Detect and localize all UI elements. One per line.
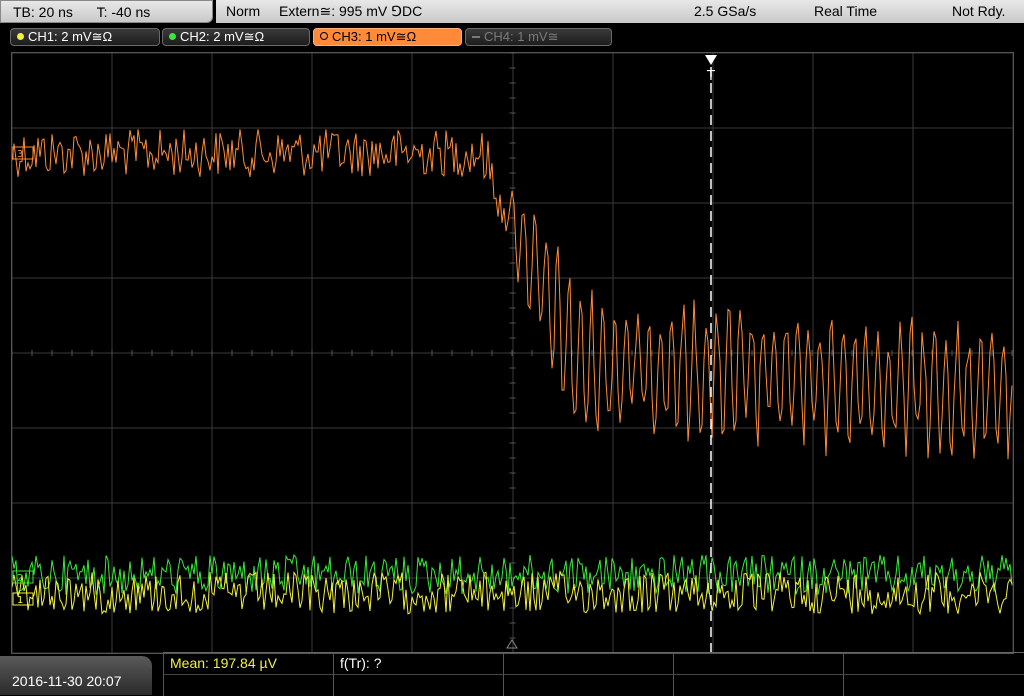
ch4-label: CH4: 1 mV≅: [484, 29, 559, 44]
trigger-panel[interactable]: Norm Extern≅: 995 mV ⅁DC 2.5 GSa/s Real …: [216, 0, 1024, 23]
ch3-trace: [12, 129, 1013, 460]
trigger-offset-label: T: -40 ns: [96, 4, 151, 20]
measurement-slot-9[interactable]: [673, 674, 843, 696]
ch2-ref-label: 2: [17, 573, 23, 584]
datetime-label: 2016-11-30 20:07: [12, 673, 122, 689]
status-bar: TB: 20 ns T: -40 ns Norm Extern≅: 995 mV…: [0, 0, 1024, 24]
measurement-slot-5[interactable]: [843, 653, 1024, 674]
channel-4-button[interactable]: CH4: 1 mV≅: [465, 28, 612, 46]
trigger-marker-label: T: [706, 69, 715, 84]
timebase-label: TB: 20 ns: [13, 4, 73, 20]
ch3-indicator-icon: [320, 32, 328, 40]
ch2-indicator-icon: [169, 33, 176, 40]
ch2-label: CH2: 2 mV≅Ω: [180, 29, 265, 44]
trigger-source: Extern≅: 995 mV ⅁DC: [279, 3, 423, 19]
trigger-arrow-icon: [705, 55, 717, 65]
ch1-label: CH1: 2 mV≅Ω: [28, 29, 113, 44]
channel-2-button[interactable]: CH2: 2 mV≅Ω: [162, 28, 310, 46]
acquisition-mode: Real Time: [814, 3, 878, 19]
ch1-indicator-icon: [17, 33, 24, 40]
channel-1-button[interactable]: CH1: 2 mV≅Ω: [10, 28, 160, 46]
acquisition-state: Not Rdy.: [952, 3, 1006, 19]
measurement-slot-6[interactable]: [163, 674, 333, 696]
channel-bar: CH1: 2 mV≅Ω CH2: 2 mV≅Ω CH3: 1 mV≅Ω CH4:…: [0, 24, 1024, 50]
timebase-panel[interactable]: TB: 20 ns T: -40 ns: [0, 0, 213, 23]
measurement-slot-4[interactable]: [673, 653, 843, 674]
ch3-ref-label: 3: [17, 149, 23, 160]
measurement-mean[interactable]: Mean: 197.84 µV: [163, 653, 333, 674]
measurement-slot-7[interactable]: [333, 674, 503, 696]
measurement-panel: Mean: 197.84 µV f(Tr): ?: [163, 652, 1024, 696]
measurement-rise-time[interactable]: f(Tr): ?: [333, 653, 503, 674]
waveform-display[interactable]: T 3 2 1: [11, 52, 1014, 654]
graticule-grid: [12, 53, 1013, 653]
measurement-slot-3[interactable]: [503, 653, 673, 674]
waveform-canvas: T 3 2 1: [12, 53, 1013, 653]
measurement-slot-8[interactable]: [503, 674, 673, 696]
trigger-mode: Norm: [226, 3, 261, 19]
channel-3-button[interactable]: CH3: 1 mV≅Ω: [313, 28, 462, 46]
sample-rate: 2.5 GSa/s: [694, 3, 757, 19]
ch1-ref-label: 1: [17, 595, 23, 606]
measurement-slot-10[interactable]: [843, 674, 1024, 696]
datetime-panel: 2016-11-30 20:07: [0, 656, 152, 695]
ch4-off-icon: [472, 36, 480, 38]
center-ref-icon: [506, 639, 518, 649]
ch3-label: CH3: 1 mV≅Ω: [332, 29, 417, 44]
